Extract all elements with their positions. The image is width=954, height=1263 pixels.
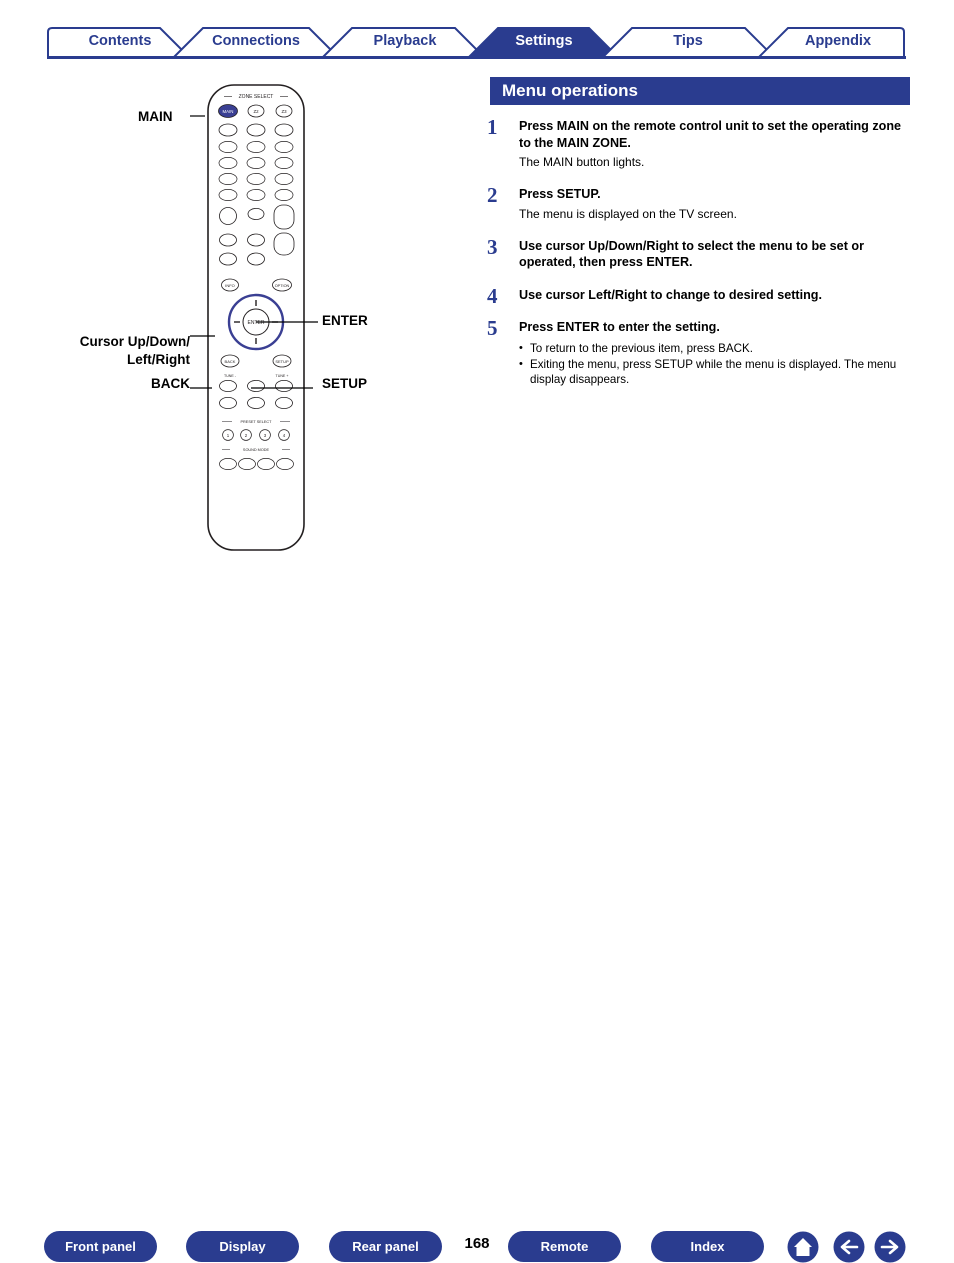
step-2: 2 Press SETUP. The menu is displayed on …	[487, 183, 912, 222]
callout-leader-lines	[190, 115, 318, 389]
footer-button-index[interactable]: Index	[651, 1231, 764, 1262]
callout-cursor-line1: Cursor Up/Down/	[79, 334, 190, 349]
home-icon[interactable]	[787, 1231, 819, 1263]
step-3: 3 Use cursor Up/Down/Right to select the…	[487, 235, 912, 271]
note-item: Exiting the menu, press SETUP while the …	[519, 357, 912, 387]
forward-arrow-icon[interactable]	[874, 1231, 906, 1263]
footer-button-remote[interactable]: Remote	[508, 1231, 621, 1262]
bottom-nav-bar: Front panel Display Rear panel 168 Remot…	[0, 611, 954, 1263]
step-4: 4 Use cursor Left/Right to change to des…	[487, 284, 912, 308]
callout-cursor-line2: Left/Right	[127, 352, 190, 367]
step-5: 5 Press ENTER to enter the setting. To r…	[487, 316, 912, 387]
step-1-description: The MAIN button lights.	[519, 155, 645, 169]
footer-button-display[interactable]: Display	[186, 1231, 299, 1262]
step-2-title: Press SETUP.	[519, 187, 601, 201]
step-4-title: Use cursor Left/Right to change to desir…	[519, 287, 822, 302]
callout-back: BACK	[151, 376, 190, 391]
step-1: 1 Press MAIN on the remote control unit …	[487, 115, 912, 170]
page-title: Menu operations	[490, 77, 910, 105]
step-1-title: Press MAIN on the remote control unit to…	[519, 119, 902, 150]
footer-button-rear-panel[interactable]: Rear panel	[329, 1231, 442, 1262]
step-2-description: The menu is displayed on the TV screen.	[519, 206, 737, 221]
steps-list: 1 Press MAIN on the remote control unit …	[487, 115, 912, 399]
callout-enter: ENTER	[322, 313, 368, 328]
tab-settings[interactable]: Settings	[492, 27, 596, 56]
callout-setup: SETUP	[322, 376, 368, 391]
step-5-title: Press ENTER to enter the setting.	[519, 320, 720, 334]
step-3-title: Use cursor Up/Down/Right to select the m…	[519, 238, 864, 270]
top-tab-bar: Contents Connections Playback Settings T…	[0, 0, 954, 62]
step-5-notes: To return to the previous item, press BA…	[519, 341, 912, 387]
tab-tips[interactable]: Tips	[636, 27, 740, 56]
tab-connections[interactable]: Connections	[196, 27, 316, 56]
tab-appendix[interactable]: Appendix	[780, 27, 896, 56]
note-item: To return to the previous item, press BA…	[519, 341, 912, 356]
tab-contents[interactable]: Contents	[60, 27, 180, 56]
back-arrow-icon[interactable]	[833, 1231, 865, 1263]
callout-main: MAIN	[138, 109, 173, 124]
footer-button-front-panel[interactable]: Front panel	[44, 1231, 157, 1262]
tab-playback[interactable]: Playback	[350, 27, 460, 56]
page-number: 168	[464, 1235, 490, 1252]
